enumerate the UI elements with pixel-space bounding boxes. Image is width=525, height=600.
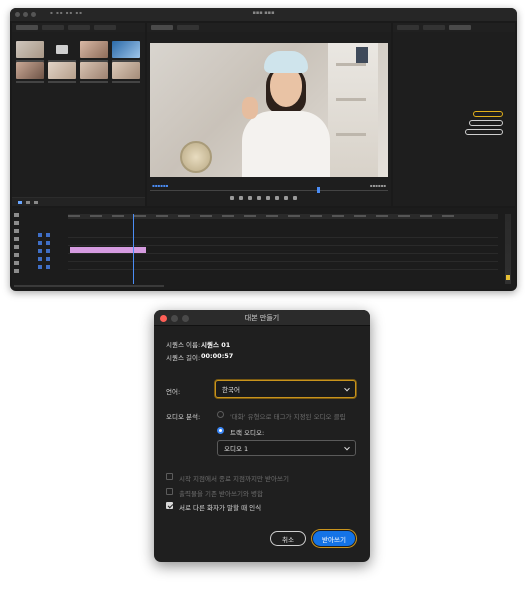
- video-track-header[interactable]: [26, 232, 66, 238]
- radio-track-audio[interactable]: [217, 427, 224, 434]
- dialog-title: 대본 만들기: [244, 314, 280, 322]
- timeline-panel: [12, 208, 515, 289]
- media-thumbnail[interactable]: [80, 41, 108, 62]
- duration-timecode: ▪▪▪▪▪▪: [369, 183, 386, 188]
- project-bottom-bar: [12, 197, 145, 206]
- audio-analysis-label: 오디오 분석:: [166, 413, 201, 421]
- import-transcript-button[interactable]: [469, 120, 503, 126]
- radio-track-audio-label: 트랙 오디오:: [230, 429, 265, 437]
- cancel-button[interactable]: 취소: [270, 531, 306, 546]
- checkbox-speakers-label: 서로 다른 화자가 말할 때 인식: [179, 504, 262, 512]
- audio-track-header[interactable]: [26, 248, 66, 254]
- timeline-playhead[interactable]: [133, 214, 134, 284]
- pen-tool-icon[interactable]: [14, 253, 19, 257]
- video-track-header[interactable]: [26, 240, 66, 246]
- razor-tool-icon[interactable]: [14, 237, 19, 241]
- status-bar: [14, 285, 164, 287]
- language-select[interactable]: 한국어: [215, 380, 356, 398]
- mark-in-icon[interactable]: [230, 196, 234, 200]
- create-transcript-dialog: 대본 만들기 시퀀스 이름: 시퀀스 01 시퀀스 길이: 00:00:57 언…: [154, 310, 370, 562]
- transcript-actions: [465, 111, 503, 135]
- overwrite-icon[interactable]: [284, 196, 288, 200]
- monitor-panel-tabs[interactable]: [147, 23, 391, 32]
- create-transcript-button[interactable]: [473, 111, 503, 117]
- monitor-scrub-bar[interactable]: [150, 190, 388, 191]
- chevron-down-icon: [344, 444, 350, 451]
- media-thumbnail[interactable]: [16, 62, 44, 83]
- list-view-icon[interactable]: [18, 201, 22, 204]
- radio-dialogue-clips-label: '대화' 유형으로 태그가 지정된 오디오 클립: [230, 413, 346, 421]
- dialog-title-bar: 대본 만들기: [154, 310, 370, 326]
- hand-tool-icon[interactable]: [14, 261, 19, 265]
- checkbox-in-to-out[interactable]: [166, 473, 173, 480]
- text-panel: [393, 23, 515, 206]
- tools-panel: [14, 210, 22, 280]
- audio-meter: [505, 214, 511, 284]
- media-thumbnail[interactable]: [112, 62, 140, 83]
- freeform-view-icon[interactable]: [34, 201, 38, 204]
- background-books: [356, 47, 368, 63]
- checkbox-speakers[interactable]: [166, 502, 173, 509]
- monitor-playhead[interactable]: [317, 187, 320, 193]
- audio-track-select[interactable]: 오디오 1: [217, 440, 356, 456]
- media-thumbnails[interactable]: [16, 41, 142, 83]
- transport-controls[interactable]: [230, 196, 297, 200]
- playhead-timecode[interactable]: ▪▪▪▪▪▪: [152, 183, 168, 188]
- sequence-name-value: 시퀀스 01: [201, 341, 231, 349]
- mark-out-icon[interactable]: [239, 196, 243, 200]
- radio-dialogue-clips[interactable]: [217, 411, 224, 418]
- app-title-bar: ▪ ▪▪ ▪▪ ▪▪ ▪▪▪ ▪▪▪: [10, 8, 517, 21]
- transcribe-button[interactable]: 받아쓰기: [313, 531, 355, 546]
- play-icon[interactable]: [257, 196, 261, 200]
- chevron-down-icon: [344, 385, 350, 392]
- slip-tool-icon[interactable]: [14, 245, 19, 249]
- language-select-value: 한국어: [222, 386, 240, 394]
- audio-track-select-value: 오디오 1: [224, 445, 249, 453]
- hand-mirror: [180, 141, 212, 173]
- text-panel-tabs[interactable]: [393, 23, 515, 32]
- app-name-label: ▪▪▪ ▪▪▪: [252, 10, 275, 16]
- sequence-name-label: 시퀀스 이름:: [166, 341, 201, 349]
- insert-icon[interactable]: [275, 196, 279, 200]
- program-monitor: ▪▪▪▪▪▪ ▪▪▪▪▪▪: [147, 23, 391, 206]
- woman-applying-makeup: [230, 51, 340, 177]
- media-thumbnail[interactable]: [112, 41, 140, 62]
- bin-folder-icon[interactable]: [48, 41, 76, 62]
- icon-view-icon[interactable]: [26, 201, 30, 204]
- export-frame-icon[interactable]: [293, 196, 297, 200]
- premiere-app-window: ▪ ▪▪ ▪▪ ▪▪ ▪▪▪ ▪▪▪ ▪▪▪▪▪▪ ▪▪▪▪▪▪: [10, 8, 517, 291]
- transcribe-settings-button[interactable]: [465, 129, 503, 135]
- sequence-length-label: 시퀀스 길이:: [166, 354, 201, 362]
- checkbox-merge-label: 출력물을 기존 받아쓰기와 병합: [179, 490, 263, 498]
- checkbox-merge[interactable]: [166, 488, 173, 495]
- track-select-tool-icon[interactable]: [14, 221, 19, 225]
- video-clip[interactable]: [70, 247, 146, 253]
- selection-tool-icon[interactable]: [14, 213, 19, 217]
- step-forward-icon[interactable]: [266, 196, 270, 200]
- media-thumbnail[interactable]: [80, 62, 108, 83]
- project-panel-tabs[interactable]: [12, 23, 145, 32]
- audio-track-header[interactable]: [26, 264, 66, 270]
- step-back-icon[interactable]: [248, 196, 252, 200]
- project-panel: [12, 23, 145, 206]
- monitor-controls: ▪▪▪▪▪▪ ▪▪▪▪▪▪: [150, 180, 388, 204]
- type-tool-icon[interactable]: [14, 269, 19, 273]
- language-label: 언어:: [166, 388, 181, 396]
- ripple-edit-tool-icon[interactable]: [14, 229, 19, 233]
- media-thumbnail[interactable]: [16, 41, 44, 62]
- audio-track-header[interactable]: [26, 256, 66, 262]
- program-video-frame[interactable]: [150, 43, 388, 177]
- sequence-length-value: 00:00:57: [201, 352, 234, 360]
- media-thumbnail[interactable]: [48, 62, 76, 83]
- checkbox-in-to-out-label: 시작 지점에서 종료 지점까지만 받아쓰기: [179, 475, 289, 483]
